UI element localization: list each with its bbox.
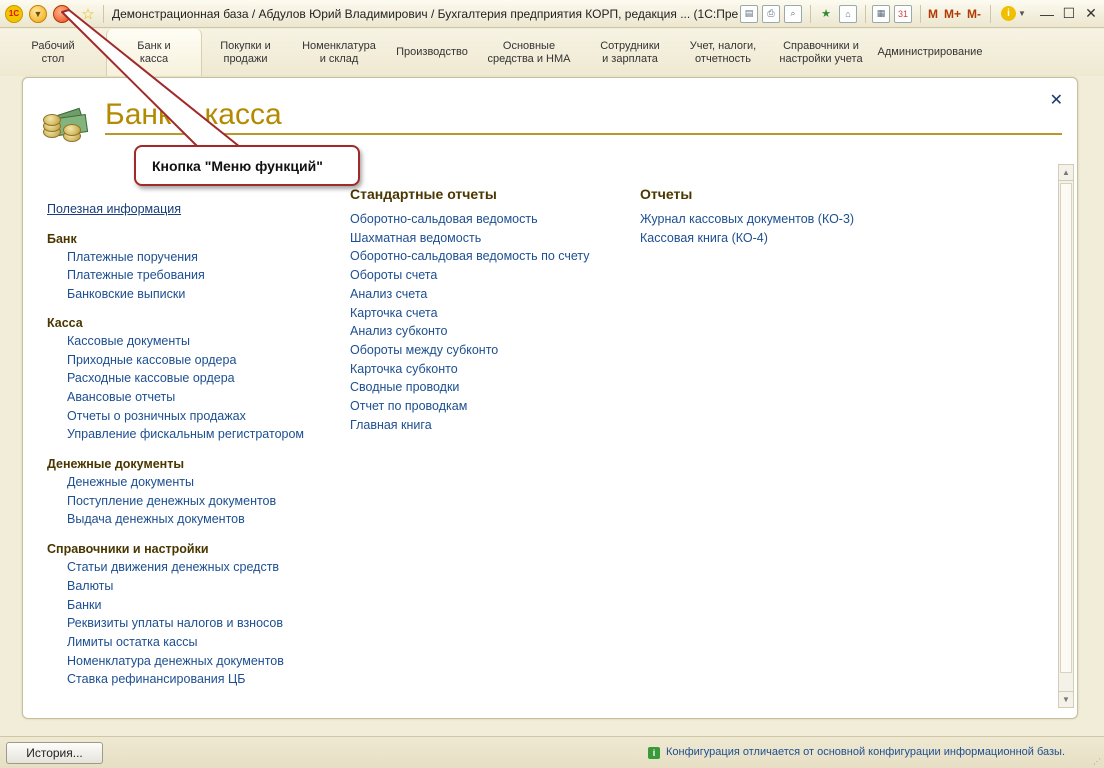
link-bank-statements[interactable]: Банковские выписки [67, 285, 337, 304]
print-preview-icon[interactable]: ⌕ [784, 4, 802, 23]
report-link[interactable]: Шахматная ведомость [350, 229, 630, 248]
memory-button[interactable]: M [928, 7, 938, 21]
title-divider [105, 133, 1062, 135]
toolbar-separator [865, 4, 866, 23]
favorites-star-icon[interactable]: ☆ [79, 5, 97, 23]
minimize-icon[interactable]: — [1036, 6, 1058, 22]
title-bar: 1С ▼ ☆ Демонстрационная база / Абдулов Ю… [0, 0, 1104, 28]
group-title-monetary-docs: Денежные документы [47, 457, 185, 472]
resize-grip-icon[interactable]: ⋰ [1093, 757, 1101, 766]
memory-add-button[interactable]: M+ [944, 7, 961, 21]
report-link[interactable]: Карточка счета [350, 304, 630, 323]
group-title-catalogs-settings: Справочники и настройки [47, 542, 209, 557]
link-monetary-docs-issue[interactable]: Выдача денежных документов [67, 510, 337, 529]
section-nomenclature-warehouse[interactable]: Номенклатура и склад [289, 29, 389, 76]
close-panel-icon[interactable]: ✕ [1050, 90, 1063, 110]
report-link[interactable]: Оборотно-сальдовая ведомость по счету [350, 247, 630, 266]
scroll-thumb[interactable] [1060, 183, 1072, 673]
link-cash-balance-limits[interactable]: Лимиты остатка кассы [67, 633, 337, 652]
section-administration[interactable]: Администрирование [873, 29, 987, 76]
link-cash-documents[interactable]: Кассовые документы [67, 332, 337, 351]
window-title: Демонстрационная база / Абдулов Юрий Вла… [112, 6, 738, 21]
link-banks[interactable]: Банки [67, 596, 337, 615]
link-monetary-docs-receipt[interactable]: Поступление денежных документов [67, 492, 337, 511]
link-icon[interactable]: ⌂ [839, 4, 857, 23]
link-cash-flow-items[interactable]: Статьи движения денежных средств [67, 558, 337, 577]
report-link-cash-book[interactable]: Кассовая книга (КО-4) [640, 229, 900, 248]
link-payment-requests[interactable]: Платежные требования [67, 266, 337, 285]
link-currencies[interactable]: Валюты [67, 577, 337, 596]
section-purchases-sales[interactable]: Покупки и продажи [202, 29, 289, 76]
toolbar-separator [810, 4, 811, 23]
reports-column: Отчеты Журнал кассовых документов (КО-3)… [640, 184, 900, 247]
link-retail-sales-reports[interactable]: Отчеты о розничных продажах [67, 407, 337, 426]
status-message[interactable]: Конфигурация отличается от основной конф… [666, 746, 1065, 758]
section-desktop[interactable]: Рабочий стол [0, 29, 106, 76]
report-link[interactable]: Сводные проводки [350, 378, 630, 397]
standard-reports-title: Стандартные отчеты [350, 186, 497, 202]
vertical-scrollbar[interactable]: ▲ ▼ [1058, 164, 1074, 708]
left-column: Полезная информация Банк Платежные поруч… [47, 200, 337, 689]
report-link[interactable]: Обороты счета [350, 266, 630, 285]
link-expense-cash-orders[interactable]: Расходные кассовые ордера [67, 369, 337, 388]
save-icon[interactable]: ▤ [740, 4, 758, 23]
useful-info-link[interactable]: Полезная информация [47, 200, 337, 219]
info-icon[interactable]: i [1001, 6, 1017, 21]
status-info-icon: i [648, 747, 660, 759]
close-window-icon[interactable]: ✕ [1080, 5, 1102, 22]
section-fixed-assets[interactable]: Основные средства и НМА [475, 29, 583, 76]
link-payment-orders[interactable]: Платежные поручения [67, 248, 337, 267]
page-title: Банк и касса [105, 98, 282, 131]
link-fiscal-registrar[interactable]: Управление фискальным регистратором [67, 425, 337, 444]
link-tax-payment-details[interactable]: Реквизиты уплаты налогов и взносов [67, 614, 337, 633]
report-link[interactable]: Отчет по проводкам [350, 397, 630, 416]
link-advance-reports[interactable]: Авансовые отчеты [67, 388, 337, 407]
section-catalogs-settings[interactable]: Справочники и настройки учета [769, 29, 873, 76]
app-logo-icon[interactable]: 1С [5, 4, 23, 23]
standard-reports-column: Стандартные отчеты Оборотно-сальдовая ве… [350, 184, 630, 434]
print-icon[interactable]: ⎙ [762, 4, 780, 23]
report-link[interactable]: Главная книга [350, 416, 630, 435]
report-link[interactable]: Анализ субконто [350, 322, 630, 341]
info-dropdown-icon[interactable]: ▼ [1018, 9, 1026, 18]
link-receipt-cash-orders[interactable]: Приходные кассовые ордера [67, 351, 337, 370]
report-link[interactable]: Карточка субконто [350, 360, 630, 379]
toolbar-separator [103, 4, 104, 23]
memory-subtract-button[interactable]: M- [967, 7, 981, 21]
link-monetary-docs-nomenclature[interactable]: Номенклатура денежных документов [67, 652, 337, 671]
history-button[interactable]: История... [6, 742, 103, 764]
status-bar: История... i Конфигурация отличается от … [0, 736, 1104, 768]
toolbar-separator [990, 4, 992, 23]
main-menu-dropdown-icon[interactable]: ▼ [29, 4, 47, 23]
group-title-cash: Касса [47, 315, 83, 330]
add-to-favorites-icon[interactable]: ★ [817, 5, 835, 23]
report-link[interactable]: Анализ счета [350, 285, 630, 304]
section-employees-salary[interactable]: Сотрудники и зарплата [583, 29, 677, 76]
functions-menu-button[interactable] [53, 4, 71, 23]
report-link[interactable]: Оборотно-сальдовая ведомость [350, 210, 630, 229]
section-accounting-taxes[interactable]: Учет, налоги, отчетность [677, 29, 769, 76]
callout-functions-menu: Кнопка "Меню функций" [134, 145, 360, 186]
group-title-bank: Банк [47, 231, 77, 246]
reports-title: Отчеты [640, 186, 693, 202]
section-bank-cash[interactable]: Банк и касса [106, 29, 202, 76]
section-production[interactable]: Производство [389, 29, 475, 76]
sections-panel: Рабочий стол Банк и касса Покупки и прод… [0, 29, 1104, 76]
scroll-down-icon[interactable]: ▼ [1059, 691, 1073, 707]
link-monetary-documents[interactable]: Денежные документы [67, 473, 337, 492]
maximize-icon[interactable]: ☐ [1058, 5, 1080, 22]
toolbar-separator [920, 4, 921, 23]
report-link-cash-journal[interactable]: Журнал кассовых документов (КО-3) [640, 210, 900, 229]
calculator-icon[interactable]: ▦ [872, 4, 890, 23]
bank-cash-icon [43, 107, 89, 144]
scroll-up-icon[interactable]: ▲ [1059, 165, 1073, 181]
link-refinancing-rate[interactable]: Ставка рефинансирования ЦБ [67, 670, 337, 689]
calendar-icon[interactable]: 31 [894, 4, 912, 23]
report-link[interactable]: Обороты между субконто [350, 341, 630, 360]
